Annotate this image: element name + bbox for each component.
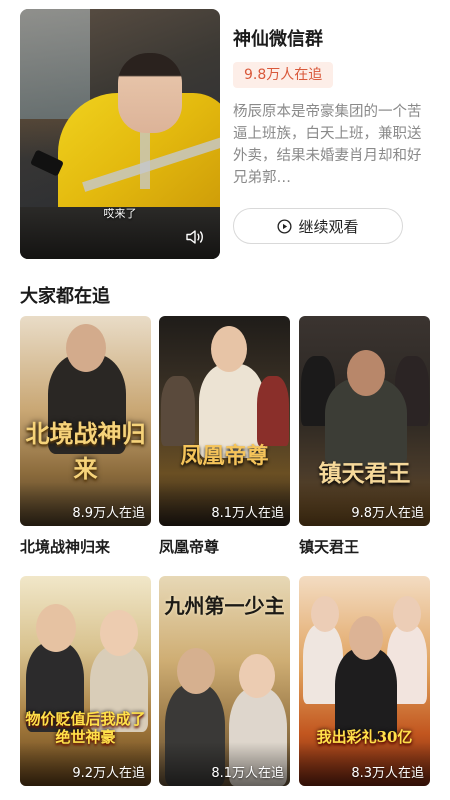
featured-title[interactable]: 神仙微信群 (233, 25, 323, 51)
featured-description: 杨辰原本是帝豪集团的一个苦逼上班族，白天上班，兼职送外卖，结果未婚妻肖月却和好兄… (233, 104, 422, 186)
drama-card[interactable]: 北境战神归来 8.9万人在追 北境战神归来 (20, 316, 151, 557)
continue-watching-button[interactable]: 继续观看 (233, 208, 403, 244)
poster-text: 北境战神归来 (25, 419, 146, 483)
follower-count: 9.8万人在追 (351, 506, 424, 521)
drama-card[interactable]: 我出彩礼30亿 8.3万人在追 (299, 576, 430, 786)
featured-video-player[interactable]: 哎来了 (20, 9, 220, 259)
drama-poster[interactable]: 物价贬值后我成了绝世神豪 9.2万人在追 (20, 576, 151, 786)
follower-count: 8.1万人在追 (211, 766, 284, 781)
drama-poster[interactable]: 镇天君王 9.8万人在追 (299, 316, 430, 526)
poster-text: 九州第一少主 (164, 594, 285, 618)
featured-drama[interactable]: 哎来了 神仙微信群 9.8万人在追 杨辰原本是帝豪集团的一个苦逼上班族，白天上班… (20, 9, 430, 259)
poster-text: 物价贬值后我成了绝世神豪 (25, 710, 146, 746)
play-circle-icon (277, 218, 293, 234)
drama-title[interactable]: 凤凰帝尊 (159, 536, 290, 557)
drama-title[interactable]: 镇天君王 (299, 536, 430, 557)
poster-text: 凤凰帝尊 (180, 443, 269, 469)
follower-count-badge: 9.8万人在追 (233, 62, 334, 88)
drama-poster[interactable]: 我出彩礼30亿 8.3万人在追 (299, 576, 430, 786)
drama-card[interactable]: 物价贬值后我成了绝世神豪 9.2万人在追 (20, 576, 151, 786)
drama-poster[interactable]: 九州第一少主 8.1万人在追 (159, 576, 290, 786)
drama-card[interactable]: 镇天君王 9.8万人在追 镇天君王 (299, 316, 430, 557)
poster-art (20, 9, 90, 119)
drama-poster[interactable]: 凤凰帝尊 8.1万人在追 (159, 316, 290, 526)
follower-count: 8.3万人在追 (351, 766, 424, 781)
featured-info: 神仙微信群 9.8万人在追 杨辰原本是帝豪集团的一个苦逼上班族，白天上班，兼职送… (233, 9, 430, 259)
follower-count: 8.1万人在追 (211, 506, 284, 521)
follower-count: 9.2万人在追 (72, 766, 145, 781)
drama-card[interactable]: 凤凰帝尊 8.1万人在追 凤凰帝尊 (159, 316, 290, 557)
continue-watching-label: 继续观看 (298, 217, 359, 236)
section-title: 大家都在追 (20, 286, 110, 307)
follower-count: 8.9万人在追 (72, 506, 145, 521)
video-subtitle: 哎来了 (103, 207, 137, 220)
drama-card[interactable]: 九州第一少主 8.1万人在追 (159, 576, 290, 786)
drama-poster[interactable]: 北境战神归来 8.9万人在追 (20, 316, 151, 526)
volume-icon[interactable] (186, 229, 206, 245)
drama-title[interactable]: 北境战神归来 (20, 536, 151, 557)
